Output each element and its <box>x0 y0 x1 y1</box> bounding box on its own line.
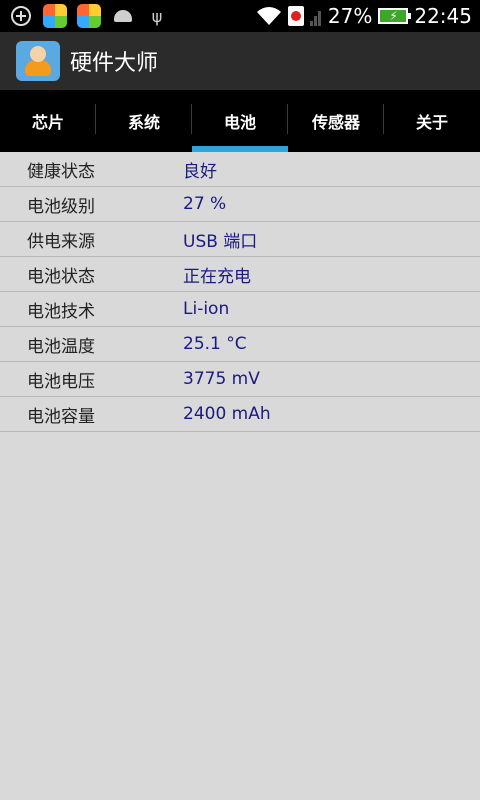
notification-area: ψ <box>8 3 170 29</box>
row-label: 健康状态 <box>27 161 95 182</box>
tab-label: 芯片 <box>31 113 64 132</box>
usb-icon: ψ <box>151 6 163 26</box>
tab-bar: 芯片 系统 电池 传感器 关于 <box>0 90 480 152</box>
info-row-capacity: 电池容量 2400 mAh <box>0 397 480 432</box>
info-row-voltage: 电池电压 3775 mV <box>0 362 480 397</box>
info-row-technology: 电池技术 Li-ion <box>0 292 480 327</box>
add-circle-icon <box>8 3 34 29</box>
app-notification-icon <box>42 3 68 29</box>
row-value: Li-ion <box>183 299 230 319</box>
battery-info-list: 健康状态 良好 电池级别 27 % 供电来源 USB 端口 电池状态 正在充电 … <box>0 152 480 432</box>
row-label: 电池状态 <box>27 266 95 287</box>
info-row-power-source: 供电来源 USB 端口 <box>0 222 480 257</box>
tab-label: 系统 <box>127 113 160 132</box>
tab-label: 电池 <box>223 113 256 132</box>
tab-label: 传感器 <box>311 113 360 132</box>
app-title: 硬件大师 <box>70 51 159 76</box>
row-label: 电池级别 <box>27 196 95 217</box>
wifi-icon <box>256 7 281 25</box>
info-row-level: 电池级别 27 % <box>0 187 480 222</box>
tab-chip[interactable]: 芯片 <box>0 90 96 152</box>
row-label: 电池温度 <box>27 336 95 357</box>
app-notification-icon <box>76 3 102 29</box>
tab-label: 关于 <box>415 113 448 132</box>
status-bar: ψ 27% ⚡ 22:45 <box>0 0 480 32</box>
android-debug-icon <box>110 3 136 29</box>
clock: 22:45 <box>414 4 472 28</box>
tab-sensors[interactable]: 传感器 <box>288 90 384 152</box>
sim-alert-icon <box>287 6 304 26</box>
info-row-status: 电池状态 正在充电 <box>0 257 480 292</box>
row-value: 25.1 °C <box>183 334 247 354</box>
tab-system[interactable]: 系统 <box>96 90 192 152</box>
row-value: 2400 mAh <box>183 404 271 424</box>
row-label: 供电来源 <box>27 231 95 252</box>
row-value: 正在充电 <box>183 266 251 287</box>
row-label: 电池容量 <box>27 406 95 427</box>
system-status-area: 27% ⚡ 22:45 <box>256 4 472 28</box>
info-row-temperature: 电池温度 25.1 °C <box>0 327 480 362</box>
row-value: 27 % <box>183 194 227 214</box>
monk-app-icon[interactable] <box>16 41 60 81</box>
row-value: USB 端口 <box>183 231 258 252</box>
row-label: 电池技术 <box>27 301 95 322</box>
row-value: 3775 mV <box>183 369 260 389</box>
info-row-health: 健康状态 良好 <box>0 152 480 187</box>
tab-about[interactable]: 关于 <box>384 90 480 152</box>
battery-percent: 27% <box>327 4 373 28</box>
signal-icon <box>309 6 322 26</box>
row-value: 良好 <box>183 161 217 182</box>
tab-battery[interactable]: 电池 <box>192 90 288 152</box>
action-bar: 硬件大师 <box>0 32 480 90</box>
battery-charging-icon: ⚡ <box>378 8 412 24</box>
row-label: 电池电压 <box>27 371 95 392</box>
